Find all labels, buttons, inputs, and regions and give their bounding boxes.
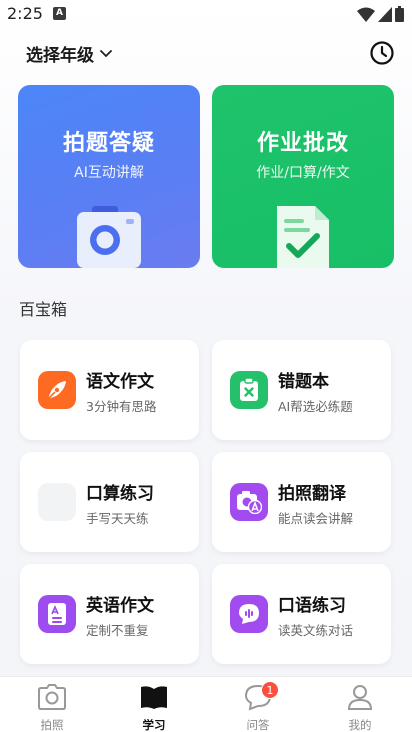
tool-desc: 定制不重复 [86, 623, 149, 638]
nav-qa[interactable]: 1 问答 [228, 681, 288, 732]
tool-chinese-essay[interactable]: 语文作文 3分钟有思路 [20, 340, 199, 440]
tool-photo-translate[interactable]: 拍照翻译 能点读会讲解 [212, 452, 391, 552]
tool-desc: 3分钟有思路 [86, 399, 157, 414]
app-notification-icon: A [53, 7, 66, 20]
hero-title: 作业批改 [256, 131, 349, 156]
user-icon [347, 685, 373, 710]
tool-mental-math[interactable]: 口算练习 手写天天练 [20, 452, 199, 552]
section-title: 百宝箱 [19, 300, 68, 319]
grade-selector[interactable]: 选择年级 [26, 41, 112, 66]
camera-translate-icon [230, 483, 268, 521]
status-bar: 2:25 A [0, 0, 412, 30]
tool-desc: 手写天天练 [86, 511, 149, 526]
nav-profile[interactable]: 我的 [330, 683, 390, 732]
hero-subtitle: 作业/口算/作文 [256, 165, 350, 181]
clock-icon[interactable] [369, 40, 395, 66]
tool-name: 口算练习 [86, 484, 154, 504]
bottom-nav: 拍照 学习 1 问答 我的 [0, 676, 412, 732]
pen-nib-icon [38, 371, 76, 409]
nav-label: 学习 [142, 718, 166, 732]
camera-icon [38, 684, 66, 710]
wifi-icon [357, 7, 375, 22]
grade-label: 选择年级 [26, 46, 94, 66]
status-icons [357, 6, 404, 22]
nav-label: 问答 [246, 718, 270, 732]
tool-english-essay[interactable]: 英语作文 定制不重复 [20, 564, 199, 664]
homework-check-card[interactable]: 作业批改 作业/口算/作文 [212, 85, 394, 268]
nav-label: 拍照 [40, 718, 64, 732]
chevron-down-icon [100, 49, 112, 57]
placeholder-icon [38, 483, 76, 521]
document-a-icon [38, 595, 76, 633]
camera-icon [77, 206, 141, 268]
tool-name: 英语作文 [86, 596, 154, 616]
nav-photo[interactable]: 拍照 [22, 683, 82, 732]
tool-desc: 读英文练对话 [278, 623, 354, 638]
signal-icon [378, 6, 392, 22]
status-time: 2:25 [7, 4, 43, 23]
tool-name: 拍照翻译 [278, 484, 346, 504]
speech-bubble-icon [230, 595, 268, 633]
tool-name: 错题本 [278, 372, 329, 392]
photo-question-card[interactable]: 拍题答疑 AI互动讲解 [18, 85, 200, 268]
tool-name: 口语练习 [278, 596, 346, 616]
tool-name: 语文作文 [86, 372, 154, 392]
hero-title: 拍题答疑 [62, 131, 155, 156]
book-icon [141, 686, 167, 709]
hero-subtitle: AI互动讲解 [74, 165, 144, 181]
tool-mistake-book[interactable]: 错题本 AI帮选必练题 [212, 340, 391, 440]
tool-desc: AI帮选必练题 [278, 399, 353, 414]
clipboard-x-icon [230, 371, 268, 409]
nav-study[interactable]: 学习 [124, 683, 184, 732]
tool-desc: 能点读会讲解 [278, 511, 354, 526]
tool-speaking-practice[interactable]: 口语练习 读英文练对话 [212, 564, 391, 664]
checklist-icon [277, 206, 329, 268]
nav-label: 我的 [348, 718, 372, 732]
notification-badge: 1 [261, 681, 279, 699]
battery-icon [395, 6, 404, 22]
